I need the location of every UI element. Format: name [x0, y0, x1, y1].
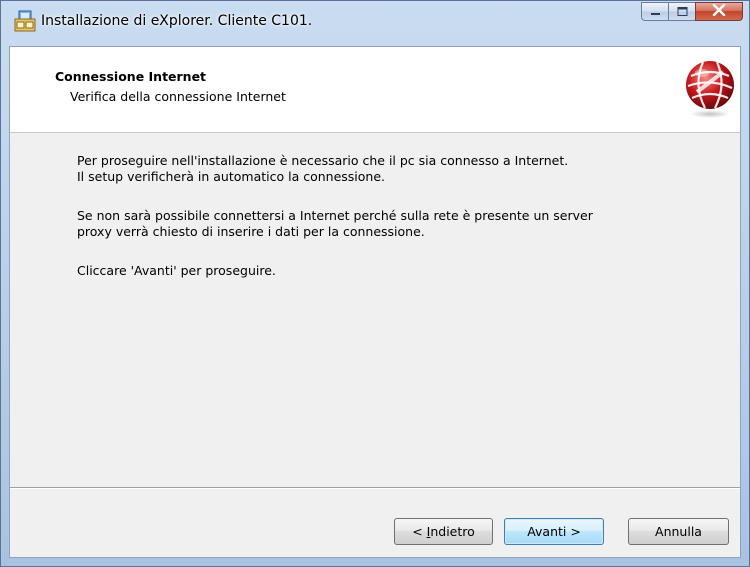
cancel-label: Annulla — [655, 524, 702, 539]
page-subtitle: Verifica della connessione Internet — [70, 89, 286, 104]
installer-icon — [14, 10, 36, 32]
wizard-page: Connessione Internet Verifica della conn… — [9, 46, 741, 558]
window-title: Installazione di eXplorer. Cliente C101. — [41, 13, 313, 29]
back-button[interactable]: < Indietro — [394, 518, 493, 545]
installer-window: Installazione di eXplorer. Cliente C101.… — [0, 0, 750, 567]
next-button[interactable]: Avanti > — [504, 518, 604, 545]
maximize-icon — [677, 5, 688, 19]
back-prefix: < — [412, 524, 427, 539]
info-line-2: Il setup verificherà in automatico la co… — [77, 169, 385, 184]
back-rest: ndietro — [430, 524, 475, 539]
info-line-3: Se non sarà possibile connettersi a Inte… — [77, 208, 593, 223]
wizard-header: Connessione Internet Verifica della conn… — [10, 47, 740, 133]
close-button[interactable] — [695, 2, 743, 21]
caption-buttons — [641, 2, 743, 22]
globe-logo — [683, 58, 737, 120]
info-line-4: proxy verrà chiesto di inserire i dati p… — [77, 224, 425, 239]
close-icon — [712, 3, 726, 19]
info-line-5: Cliccare 'Avanti' per proseguire. — [77, 263, 276, 278]
minimize-button[interactable] — [641, 2, 668, 21]
minimize-icon — [650, 5, 661, 19]
info-line-1: Per proseguire nell'installazione è nece… — [77, 153, 569, 168]
title-bar[interactable]: Installazione di eXplorer. Cliente C101. — [1, 1, 749, 47]
cancel-button[interactable]: Annulla — [628, 518, 729, 545]
page-title: Connessione Internet — [55, 69, 207, 84]
next-label: Avanti > — [527, 524, 581, 539]
maximize-button[interactable] — [668, 2, 695, 21]
footer-divider — [10, 487, 740, 489]
